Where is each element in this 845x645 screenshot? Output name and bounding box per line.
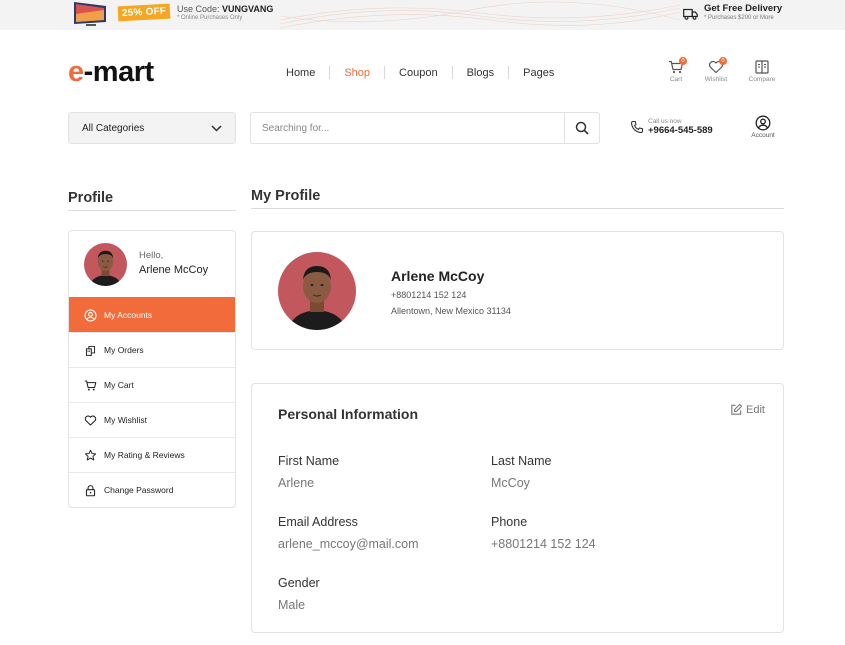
phone-label: Phone (491, 515, 528, 529)
sidebar-item-my-accounts[interactable]: My Accounts (69, 297, 235, 332)
edit-button[interactable]: Edit (730, 403, 765, 416)
profile-address: Allentown, New Mexico 31134 (391, 306, 511, 316)
account-label: Account (751, 132, 775, 139)
star-icon (84, 449, 97, 460)
phone-icon (630, 120, 644, 134)
sidebar-item-label: My Orders (104, 345, 144, 355)
call-us-number: +9664-545-589 (648, 125, 713, 136)
sidebar-item-my-orders[interactable]: My Orders (69, 332, 235, 367)
compare-button[interactable]: Compare (742, 60, 782, 83)
search-icon (575, 121, 589, 135)
email-label: Email Address (278, 515, 358, 529)
logo[interactable]: e-mart (68, 56, 154, 89)
user-name: Arlene McCoy (139, 264, 209, 276)
first-name-label: First Name (278, 454, 340, 468)
gender-label: Gender (278, 576, 320, 590)
nav-blogs[interactable]: Blogs (453, 67, 509, 79)
first-name-value: Arlene (278, 476, 315, 490)
compare-label: Compare (748, 76, 776, 83)
nav-coupon[interactable]: Coupon (385, 67, 452, 79)
cart-icon (84, 380, 97, 390)
truck-icon (683, 8, 698, 20)
sidebar-item-change-password[interactable]: Change Password (69, 472, 235, 507)
search-input[interactable] (251, 113, 564, 143)
call-us-label: Call us now (648, 118, 682, 125)
call-us[interactable]: Call us now +9664-545-589 (630, 118, 713, 136)
cart-label: Cart (669, 76, 683, 83)
avatar (84, 243, 127, 286)
gender-value: Male (278, 598, 306, 612)
promo-bar: 25% OFF Use Code: VUNGVANG * Online Purc… (0, 0, 845, 30)
user-circle-icon (755, 115, 771, 131)
wishlist-label: Wishlist (704, 76, 728, 83)
user-greeting: Hello, Arlene McCoy (69, 231, 235, 297)
profile-card: Arlene McCoy +8801214 152 124 Allentown,… (251, 231, 784, 350)
nav-home[interactable]: Home (272, 67, 329, 79)
nav-pages[interactable]: Pages (509, 67, 568, 79)
promo-code-value: VUNGVANG (222, 4, 274, 14)
sidebar-item-label: My Rating & Reviews (104, 450, 185, 460)
chevron-down-icon (211, 124, 222, 132)
sidebar-item-label: My Wishlist (104, 415, 147, 425)
logo-text: -mart (83, 56, 155, 88)
decorative-waves (280, 1, 680, 29)
cart-count-badge: 0 (679, 57, 687, 65)
sidebar-item-label: My Accounts (104, 310, 153, 320)
promo-code: Use Code: VUNGVANG (177, 4, 273, 14)
sidebar-item-my-rating-reviews[interactable]: My Rating & Reviews (69, 437, 235, 472)
phone-value: +8801214 152 124 (491, 537, 596, 551)
edit-label: Edit (746, 403, 765, 416)
sidebar-title: Profile (68, 190, 114, 206)
tv-product-icon (74, 2, 106, 26)
greeting-text: Hello, (139, 250, 164, 261)
logo-accent: e (68, 56, 84, 88)
last-name-label: Last Name (491, 454, 552, 468)
promo-code-prefix: Use Code: (177, 4, 220, 14)
category-select-value: All Categories (82, 122, 145, 134)
page-title: My Profile (251, 188, 321, 204)
account-button[interactable]: Account (744, 115, 782, 139)
personal-info-title: Personal Information (278, 406, 419, 422)
sidebar-item-my-wishlist[interactable]: My Wishlist (69, 402, 235, 437)
profile-avatar (278, 252, 356, 330)
search-bar (250, 112, 600, 144)
page-title-divider (251, 208, 784, 209)
main-nav: Home Shop Coupon Blogs Pages (272, 66, 568, 79)
sidebar-item-label: Change Password (104, 485, 174, 495)
profile-name: Arlene McCoy (391, 268, 485, 284)
lock-icon (85, 484, 96, 496)
profile-phone: +8801214 152 124 (391, 290, 467, 300)
sidebar-item-label: My Cart (104, 380, 134, 390)
cart-button[interactable]: 0 Cart (656, 57, 696, 83)
sidebar-item-my-cart[interactable]: My Cart (69, 367, 235, 402)
search-button[interactable] (564, 113, 599, 143)
promo-code-note: * Online Purchases Only (177, 15, 243, 21)
user-circle-icon (84, 308, 97, 322)
compare-icon (755, 60, 769, 74)
email-value: arlene_mccoy@mail.com (278, 537, 419, 551)
heart-icon (84, 414, 97, 425)
free-delivery-note: * Purchases $200 or More (704, 15, 774, 21)
personal-info-card: Personal Information Edit First Name Arl… (251, 383, 784, 633)
wishlist-count-badge: 0 (719, 57, 727, 65)
sidebar-title-divider (68, 210, 236, 211)
category-select[interactable]: All Categories (68, 112, 236, 144)
profile-sidebar: Hello, Arlene McCoy My Accounts My Order… (68, 230, 236, 508)
nav-shop[interactable]: Shop (330, 67, 384, 79)
free-delivery-title: Get Free Delivery (704, 3, 783, 14)
discount-badge: 25% OFF (117, 3, 171, 22)
last-name-value: McCoy (491, 476, 530, 490)
orders-icon (85, 345, 96, 356)
wishlist-button[interactable]: 0 Wishlist (696, 57, 736, 83)
edit-icon (731, 403, 743, 415)
